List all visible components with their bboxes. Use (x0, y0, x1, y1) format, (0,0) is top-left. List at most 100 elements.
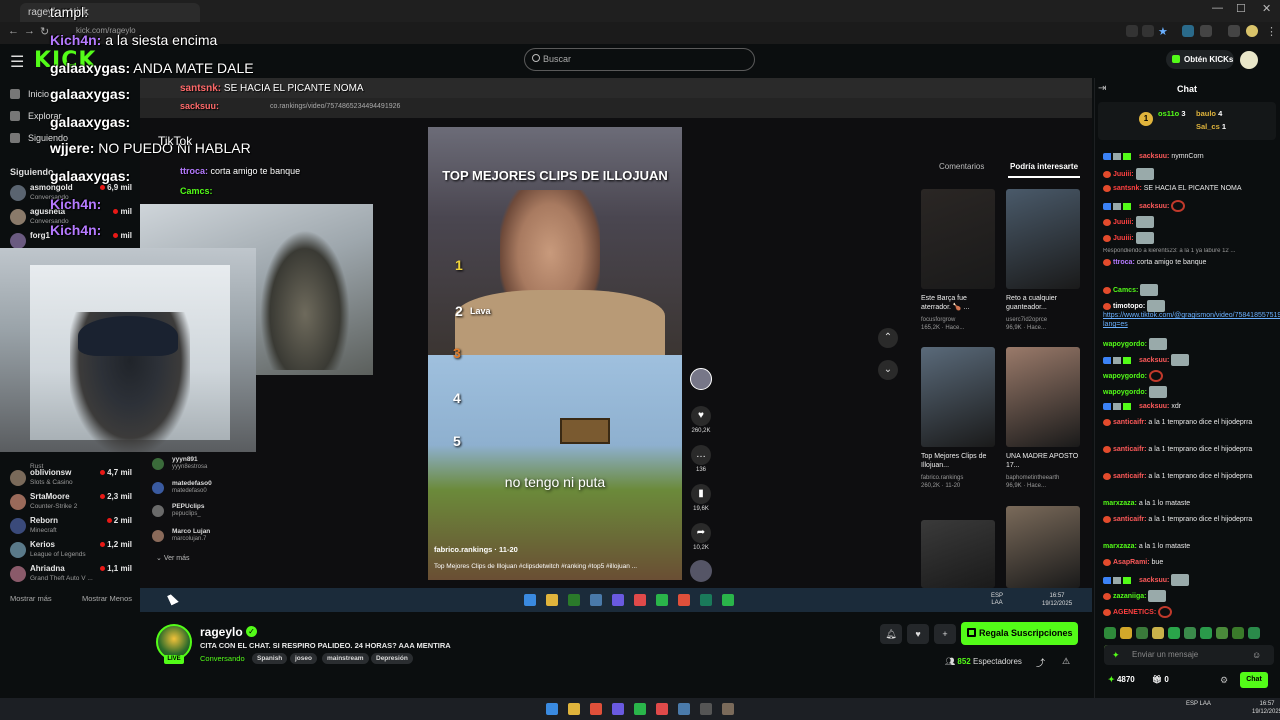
quick-emote-icon[interactable] (1120, 627, 1132, 639)
search-input[interactable]: Buscar (524, 48, 755, 71)
taskbar-app-icon[interactable] (722, 594, 734, 606)
sidebar-channel[interactable]: Kerios League of Legends 1,2 mil (10, 538, 136, 562)
puzzle-icon[interactable] (1200, 25, 1212, 37)
os-taskbar-app-icon[interactable] (634, 703, 646, 715)
recommended-video-title[interactable]: UNA MADRE APOSTO 17... (1006, 452, 1082, 470)
chat-link[interactable]: https://www.tiktok.com/@gragismon/video/… (1103, 312, 1280, 328)
chat-settings-icon[interactable]: ⚙ (1220, 675, 1228, 686)
chat-username[interactable]: santicaifr: (1113, 516, 1146, 523)
sidebar-nav-home[interactable]: Inicio (28, 89, 49, 99)
chat-username[interactable]: Camcs: (1113, 287, 1138, 294)
browser-menu-icon[interactable]: ⋮ (1266, 25, 1277, 38)
chat-username[interactable]: santsnk: (1113, 185, 1142, 192)
like-button[interactable]: ♥ 260,2K (691, 406, 711, 434)
streamer-name[interactable]: rageylo (200, 625, 243, 639)
quick-emote-icon[interactable] (1184, 627, 1196, 639)
chat-username[interactable]: sacksuu: (1139, 403, 1169, 410)
os-taskbar-app-icon[interactable] (678, 703, 690, 715)
creator-avatar[interactable] (690, 368, 712, 390)
taskbar-app-icon[interactable] (546, 594, 558, 606)
forward-icon[interactable]: → (24, 25, 35, 37)
chat-username[interactable]: ttroca: (1113, 259, 1135, 266)
extension-icon[interactable] (1182, 25, 1194, 37)
report-icon[interactable]: ⚠ (1062, 656, 1070, 667)
tag-depresion[interactable]: Depresión (371, 653, 413, 664)
user-avatar[interactable] (1240, 51, 1258, 69)
chat-username[interactable]: santicaifr: (1113, 446, 1146, 453)
taskbar-app-icon[interactable] (700, 594, 712, 606)
chat-username[interactable]: sacksuu: (1139, 203, 1169, 210)
recommended-video-title[interactable]: Este Barça fue aterrador. 🍗 ... (921, 294, 997, 312)
close-button[interactable]: ✕ (1262, 2, 1271, 15)
minimize-button[interactable]: — (1212, 2, 1223, 14)
quick-emote-icon[interactable] (1104, 627, 1116, 639)
show-more-button[interactable]: Mostrar más (10, 594, 52, 603)
tag-joseo[interactable]: joseo (290, 653, 317, 664)
chat-username[interactable]: sacksuu: (1139, 577, 1169, 584)
chat-send-button[interactable]: Chat (1240, 672, 1268, 688)
quick-emote-icon[interactable] (1152, 627, 1164, 639)
show-less-button[interactable]: Mostrar Menos (82, 594, 132, 603)
gift-subs-button[interactable]: Regala Suscripciones (961, 622, 1078, 645)
sidebar-icon[interactable] (1228, 25, 1240, 37)
recommended-video-thumbnail[interactable] (1006, 506, 1080, 588)
next-video-button[interactable]: ⌄ (878, 360, 898, 380)
taskbar-app-icon[interactable] (590, 594, 602, 606)
comment-button[interactable]: … 136 (691, 445, 711, 473)
chat-username[interactable]: Juuiii: (1113, 219, 1134, 226)
taskbar-app-icon[interactable] (656, 594, 668, 606)
recommended-video-thumbnail[interactable] (921, 520, 995, 588)
chat-username[interactable]: wapoygordo: (1103, 373, 1147, 380)
recommended-video-thumbnail[interactable] (1006, 347, 1080, 447)
maximize-button[interactable]: ☐ (1236, 2, 1246, 15)
chat-username[interactable]: wapoygordo: (1103, 341, 1147, 348)
eye-off-icon[interactable] (1142, 25, 1154, 37)
os-taskbar-app-icon[interactable] (722, 703, 734, 715)
sparkle-icon[interactable]: ✦ (1112, 650, 1120, 661)
os-taskbar-app-icon[interactable] (590, 703, 602, 715)
sidebar-channel[interactable]: oblivionsw Slots & Casino 4,7 mil (10, 466, 136, 490)
tab-comments[interactable]: Comentarios (939, 162, 984, 171)
chat-username[interactable]: Juuiii: (1113, 171, 1134, 178)
chat-username[interactable]: sacksuu: (1139, 153, 1169, 160)
zoom-icon[interactable] (1126, 25, 1138, 37)
tag-spanish[interactable]: Spanish (252, 653, 288, 664)
tab-might-interest[interactable]: Podría interesarte (1010, 162, 1078, 171)
os-taskbar-app-icon[interactable] (700, 703, 712, 715)
chat-username[interactable]: wapoygordo: (1103, 389, 1147, 396)
sidebar-channel[interactable]: Ahriadna Grand Theft Auto V ... 1,1 mil (10, 562, 136, 586)
tag-mainstream[interactable]: mainstream (322, 653, 369, 664)
share-icon[interactable]: ⤴ (1036, 656, 1045, 669)
channel-points[interactable]: ✦ 4870 (1108, 675, 1135, 684)
emoji-icon[interactable]: ☺ (1252, 650, 1261, 660)
chat-username[interactable]: marxzaza: (1103, 543, 1137, 550)
taskbar-app-icon[interactable] (678, 594, 690, 606)
quick-emote-icon[interactable] (1136, 627, 1148, 639)
share-button[interactable]: ➦ 10,2K (691, 523, 711, 551)
quick-emote-icon[interactable] (1248, 627, 1260, 639)
recommended-video-thumbnail[interactable] (1006, 189, 1080, 289)
chat-username[interactable]: sacksuu: (1139, 357, 1169, 364)
gifts-counter[interactable]: 🎁︎ 0 (1152, 675, 1169, 684)
hamburger-menu-icon[interactable]: ☰ (10, 52, 24, 72)
add-button[interactable]: + (934, 624, 956, 644)
stream-category[interactable]: Conversando (200, 654, 245, 663)
back-icon[interactable]: ← (8, 25, 19, 37)
recommended-video-title[interactable]: Top Mejores Clips de Illojuan... (921, 452, 997, 470)
taskbar-app-icon[interactable] (568, 594, 580, 606)
os-taskbar-app-icon[interactable] (656, 703, 668, 715)
video-author[interactable]: fabrico.rankings · 11-20 (434, 545, 518, 554)
recommended-video-title[interactable]: Reto a cualquier guanteador... (1006, 294, 1082, 312)
chat-username[interactable]: AsapRami: (1113, 559, 1150, 566)
quick-emote-icon[interactable] (1200, 627, 1212, 639)
quick-emote-icon[interactable] (1216, 627, 1228, 639)
taskbar-app-icon[interactable] (612, 594, 624, 606)
reload-icon[interactable]: ↻ (40, 25, 49, 38)
follow-heart-button[interactable]: ♥ (907, 624, 929, 644)
chat-leaderboard[interactable] (1098, 102, 1276, 140)
chat-username[interactable]: Juuiii: (1113, 235, 1134, 242)
chat-username[interactable]: AGENETICS: (1113, 609, 1156, 616)
chat-username[interactable]: santicaifr: (1113, 473, 1146, 480)
sidebar-channel[interactable]: SrtaMoore Counter-Strike 2 2,3 mil (10, 490, 136, 514)
sidebar-channel[interactable]: Reborn Minecraft 2 mil (10, 514, 136, 538)
